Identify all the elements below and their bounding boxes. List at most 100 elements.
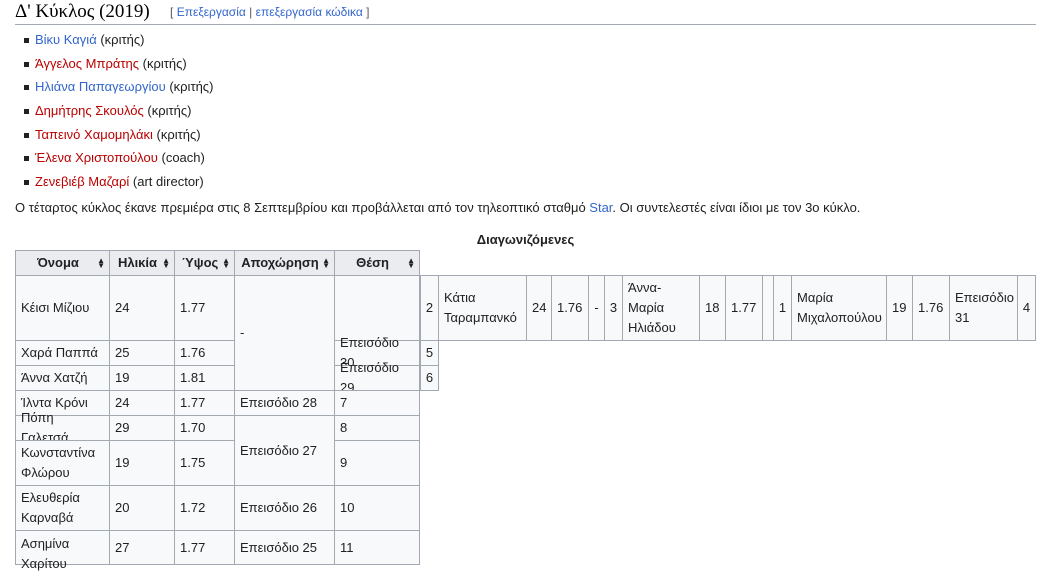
judge-role: (κριτής) [142,55,187,71]
judge-role: (κριτής) [156,126,201,142]
table-cell: Επεισόδιο 28 [234,390,335,416]
table-cell: Μαρία Μιχαλοπούλου [791,275,887,341]
star-link[interactable]: Star [589,200,612,215]
table-cell: - [234,275,335,391]
judge-link[interactable]: Βίκυ Καγιά [35,32,97,47]
table-cell: 19 [886,275,913,341]
header-label: Θέση [356,255,389,270]
table-cell: 29 [109,415,175,441]
header-height[interactable]: Ύψος ▲ ▼ [174,250,235,276]
table-cell: 2 [420,275,439,341]
table-cell: 27 [109,530,175,565]
table-cell: 1.77 [725,275,763,341]
header-elimination[interactable]: Αποχώρηση ▲ ▼ [234,250,335,276]
judge-link[interactable]: Ηλιάνα Παπαγεωργίου [35,79,166,94]
header-label: Όνομα [37,255,79,270]
judge-link[interactable]: Δημήτρης Σκουλός [35,103,144,118]
judge-role: (art director) [132,174,204,190]
judge-role: (coach) [161,150,205,166]
judges-list: Βίκυ Καγιά (κριτής) Άγγελος Μπράτης (κρι… [20,28,213,194]
table-cell: Επεισόδιο 26 [234,485,335,531]
table-cell: Άννα-Μαρία Ηλιάδου [622,275,700,341]
list-item: Ζενεβιέβ Μαζαρί (art director) [20,170,213,194]
table-cell: 24 [109,275,175,341]
table-cell: Κωνσταντίνα Φλώρου [15,440,110,486]
intro-text: Ο τέταρτος κύκλος έκανε πρεμιέρα στις 8 … [15,200,590,215]
table-cell: Κάτια Ταραμπανκό [438,275,527,341]
table-cell: 11 [334,530,420,565]
sort-arrows-icon: ▲ ▼ [322,256,330,270]
edit-source-link[interactable]: επεξεργασία κώδικα [256,5,363,19]
table-cell: 1 [773,275,792,341]
list-item: Βίκυ Καγιά (κριτής) [20,28,213,52]
table-cell: 1.76 [912,275,950,341]
judge-link[interactable]: Ζενεβιέβ Μαζαρί [35,174,129,189]
edit-link[interactable]: Επεξεργασία [177,5,246,19]
table-cell: 24 [526,275,552,341]
table-cell: - [588,275,605,341]
table-cell: Επεισόδιο 25 [234,530,335,565]
table-cell: Επεισόδιο 29 [334,360,420,395]
table-cell: 19 [109,365,175,391]
sort-arrows-icon: ▲ ▼ [222,256,230,270]
edit-section-links: [ Επεξεργασία | επεξεργασία κώδικα ] [170,5,370,19]
table-cell: 24 [109,390,175,416]
list-item: Ηλιάνα Παπαγεωργίου (κριτής) [20,75,213,99]
header-age[interactable]: Ηλικία ▲ ▼ [109,250,175,276]
sort-arrows-icon: ▲ ▼ [407,256,415,270]
table-cell: 3 [604,275,623,341]
table-cell: 5 [420,340,439,366]
section-heading: Δ' Κύκλος (2019) [ Επεξεργασία | επεξεργ… [15,0,1036,25]
sort-arrows-icon: ▲ ▼ [97,256,105,270]
intro-text-end: . Οι συντελεστές είναι ίδιοι με τον 3ο κ… [612,200,861,215]
edit-bracket-open: [ [170,5,174,19]
judge-role: (κριτής) [100,32,145,47]
table-cell: 1.72 [174,485,235,531]
table-cell: Κέισι Μίζιου [15,275,110,341]
table-cell: Ελευθερία Καρναβά [15,485,110,531]
table-cell: 1.77 [174,530,235,565]
judge-role: (κριτής) [147,103,192,119]
table-cell: 7 [334,390,420,416]
table-cell: Επεισόδιο 31 [949,275,1018,341]
header-name[interactable]: Όνομα ▲ ▼ [15,250,110,276]
judge-role: (κριτής) [169,79,214,95]
header-label: Ηλικία [117,255,158,270]
judge-link[interactable]: Άγγελος Μπράτης [35,56,139,71]
table-cell: Επεισόδιο 27 [234,415,335,486]
header-place[interactable]: Θέση ▲ ▼ [334,250,420,276]
sort-arrows-icon: ▲ ▼ [162,256,170,270]
table-cell: 25 [109,340,175,366]
table-cell: 18 [699,275,726,341]
table-cell: 1.76 [174,340,235,366]
table-cell: 10 [334,485,420,531]
table-cell: 20 [109,485,175,531]
judge-link[interactable]: Έλενα Χριστοπούλου [35,150,158,165]
header-label: Ύψος [181,255,219,270]
list-item: Έλενα Χριστοπούλου (coach) [20,146,213,170]
table-cell: 9 [334,440,420,486]
table-cell: 1.77 [174,275,235,341]
section-title: Δ' Κύκλος (2019) [15,1,150,22]
table-cell: Χαρά Παππά [15,340,110,366]
table-cell: Άννα Χατζή [15,365,110,391]
intro-paragraph: Ο τέταρτος κύκλος έκανε πρεμιέρα στις 8 … [15,199,860,217]
list-item: Ταπεινό Χαμομηλάκι (κριτής) [20,123,213,147]
table-cell: 4 [1017,275,1036,341]
header-label: Αποχώρηση [241,255,319,270]
table-cell: 6 [420,365,439,391]
judge-link[interactable]: Ταπεινό Χαμομηλάκι [35,127,153,142]
table-cell [334,275,420,341]
table-caption: Διαγωνιζόμενες [476,232,575,247]
list-item: Άγγελος Μπράτης (κριτής) [20,52,213,76]
edit-separator: | [249,5,253,19]
table-cell: 19 [109,440,175,486]
table-cell: 1.81 [174,365,235,391]
table-cell: 1.76 [551,275,589,341]
table-cell: 1.77 [174,390,235,416]
table-cell: 1.70 [174,415,235,441]
table-cell: 1.75 [174,440,235,486]
table-cell: 8 [334,415,420,441]
table-cell: Ασημίνα Χαρίτου [15,530,110,571]
edit-bracket-close: ] [366,5,370,19]
